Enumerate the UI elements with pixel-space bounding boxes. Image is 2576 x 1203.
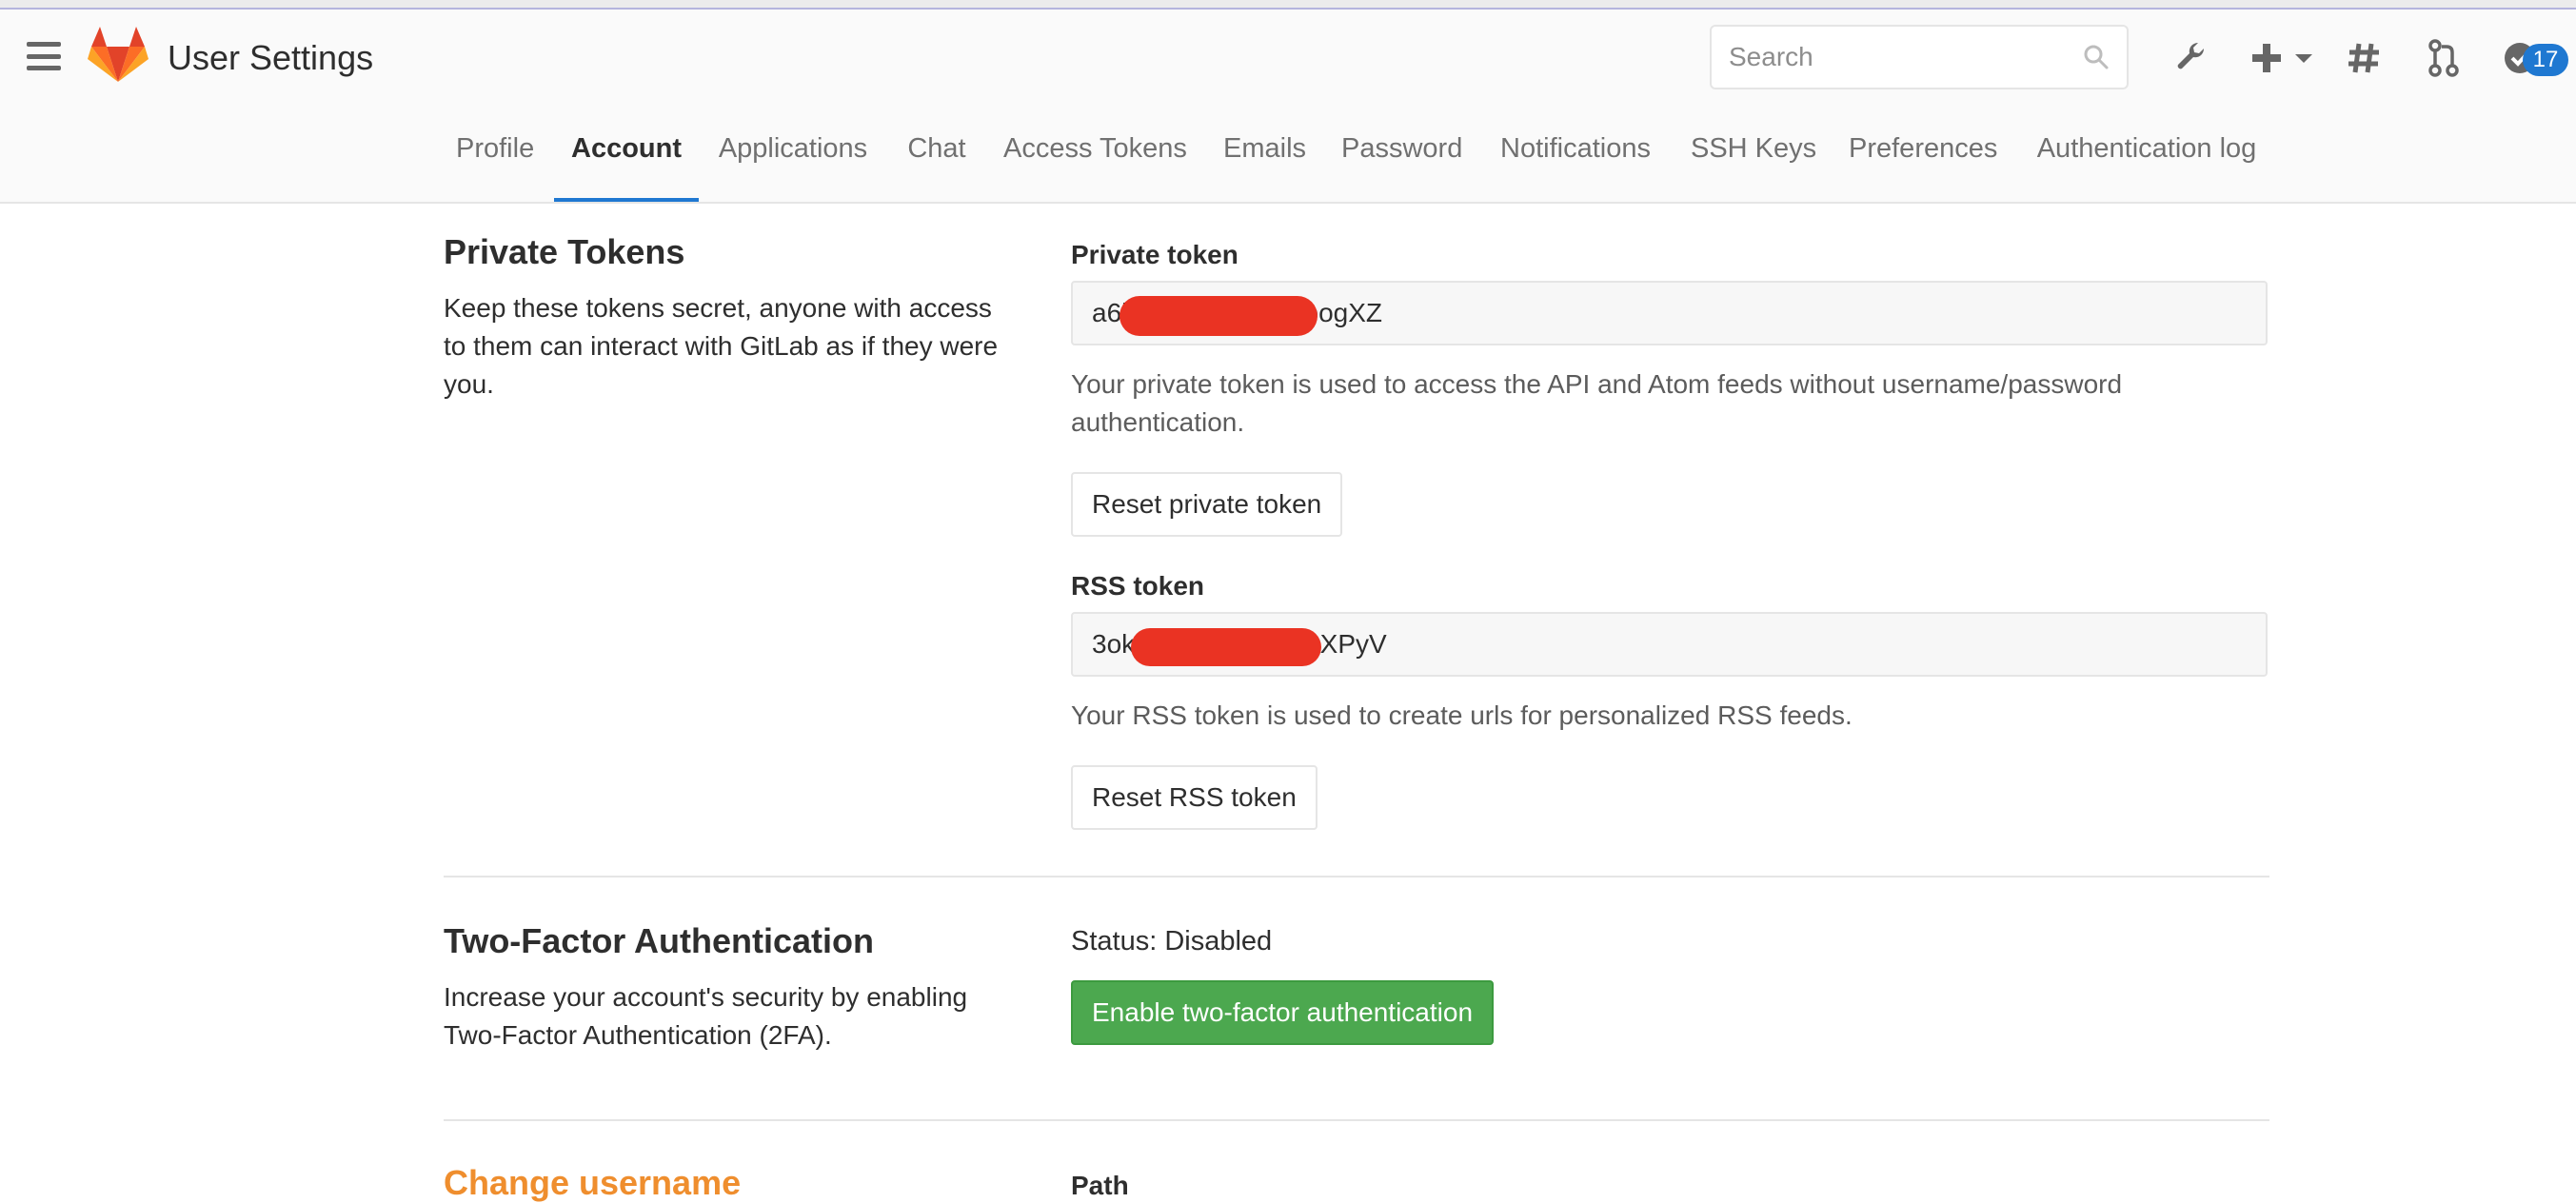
tab-applications[interactable]: Applications xyxy=(717,133,869,202)
section-divider xyxy=(444,1119,2269,1121)
redaction-mark xyxy=(1120,296,1318,336)
chevron-down-icon[interactable] xyxy=(2285,34,2323,82)
tab-authentication-log[interactable]: Authentication log xyxy=(2034,133,2259,202)
tab-chat[interactable]: Chat xyxy=(907,133,966,202)
private-tokens-description: Keep these tokens secret, anyone with ac… xyxy=(444,293,999,399)
merge-request-icon[interactable] xyxy=(2420,34,2467,82)
tab-notifications[interactable]: Notifications xyxy=(1497,133,1654,202)
hash-icon[interactable] xyxy=(2340,34,2388,82)
settings-nav: Profile Account Applications Chat Access… xyxy=(0,114,2576,204)
tab-emails[interactable]: Emails xyxy=(1223,133,1306,202)
rss-token-help: Your RSS token is used to create urls fo… xyxy=(1071,700,1853,730)
rss-token-label: RSS token xyxy=(1071,571,1205,601)
tab-access-tokens[interactable]: Access Tokens xyxy=(1003,133,1187,202)
reset-rss-token-button[interactable]: Reset RSS token xyxy=(1071,765,1318,830)
tab-ssh-keys[interactable]: SSH Keys xyxy=(1691,133,1816,202)
reset-private-token-button[interactable]: Reset private token xyxy=(1071,472,1343,537)
tab-preferences[interactable]: Preferences xyxy=(1849,133,1997,202)
two-factor-description: Increase your account's security by enab… xyxy=(444,982,968,1050)
two-factor-title: Two-Factor Authentication xyxy=(444,921,874,960)
two-factor-status: Status: Disabled xyxy=(1071,926,1273,956)
todo-count-badge[interactable]: 17 xyxy=(2523,44,2568,76)
private-tokens-title: Private Tokens xyxy=(444,232,685,271)
top-header: User Settings 17 xyxy=(0,10,2576,114)
window-top-edge xyxy=(0,0,2576,10)
search-field[interactable] xyxy=(1710,25,2129,89)
page-title: User Settings xyxy=(168,38,374,77)
menu-icon[interactable] xyxy=(27,42,61,70)
private-token-help: Your private token is used to access the… xyxy=(1071,369,2123,437)
search-input[interactable] xyxy=(1712,27,2054,88)
wrench-icon[interactable] xyxy=(2169,34,2216,82)
change-username-title: Change username xyxy=(444,1163,742,1202)
tab-password[interactable]: Password xyxy=(1341,133,1462,202)
search-icon xyxy=(2084,45,2109,69)
tab-account[interactable]: Account xyxy=(554,133,699,202)
path-label: Path xyxy=(1071,1171,1129,1200)
tab-profile[interactable]: Profile xyxy=(456,133,534,202)
private-token-label: Private token xyxy=(1071,240,1238,269)
section-divider xyxy=(444,876,2269,878)
redaction-mark xyxy=(1131,628,1321,666)
plus-icon[interactable] xyxy=(2243,34,2290,82)
gitlab-logo[interactable] xyxy=(88,27,149,84)
enable-two-factor-button[interactable]: Enable two-factor authentication xyxy=(1071,980,1495,1045)
